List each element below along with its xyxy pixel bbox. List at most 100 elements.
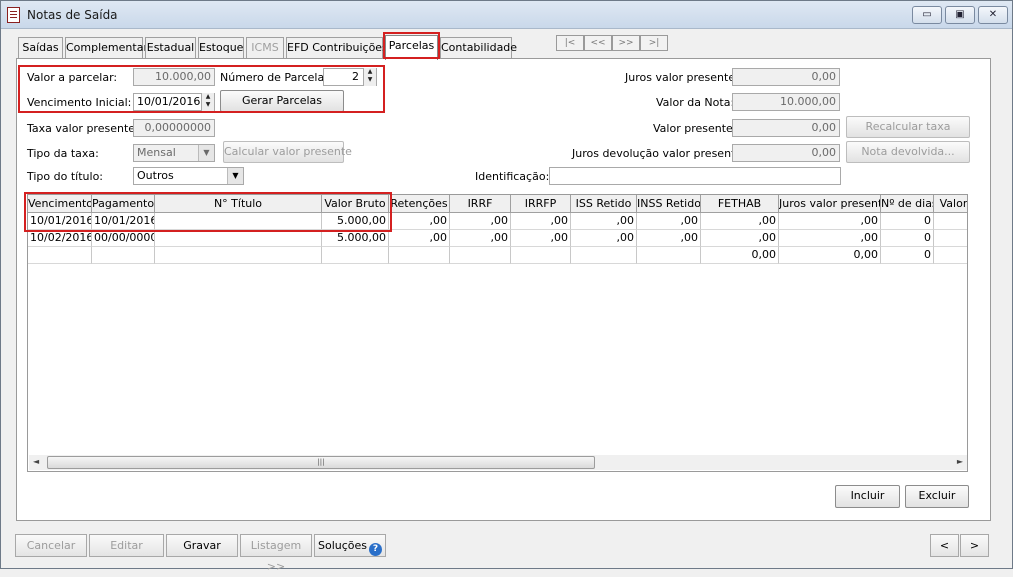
cell-num-dias[interactable]: 0 (881, 213, 934, 230)
valor-nota-label: Valor da Nota: (656, 96, 735, 109)
tab-saidas[interactable]: Saídas (18, 37, 63, 59)
cell-num-dias[interactable]: 0 (881, 230, 934, 247)
juros-dev-field: 0,00 (732, 144, 840, 162)
cell-valor-bruto (322, 247, 389, 264)
cell-iss-retido[interactable]: ,00 (571, 213, 637, 230)
next-record-button[interactable]: >> (612, 35, 640, 51)
cell-juros-vp[interactable]: ,00 (779, 213, 881, 230)
grid-header: Vencimento Pagamento N° Título Valor Bru… (28, 195, 967, 213)
col-valor-bruto[interactable]: Valor Bruto (322, 195, 389, 213)
taxa-label: Taxa valor presente: (27, 122, 139, 135)
horizontal-scrollbar[interactable]: ◄ ||| ► (29, 455, 967, 470)
cell-valor[interactable] (934, 230, 967, 247)
cell-inss-retido (637, 247, 701, 264)
cell-fethab[interactable]: ,00 (701, 230, 779, 247)
cancelar-button: Cancelar (15, 534, 87, 557)
parcelas-grid[interactable]: Vencimento Pagamento N° Título Valor Bru… (27, 194, 968, 472)
tipo-titulo-value: Outros (137, 169, 174, 182)
tab-complementar[interactable]: Complementar (65, 37, 148, 59)
cell-pagamento (92, 247, 155, 264)
col-irrf[interactable]: IRRF (450, 195, 511, 213)
tipo-titulo-label: Tipo do título: (27, 170, 104, 183)
cell-numero-titulo[interactable] (155, 213, 322, 230)
gerar-parcelas-button[interactable]: Gerar Parcelas (220, 90, 344, 112)
incluir-button[interactable]: Incluir (835, 485, 900, 508)
tab-parcelas[interactable]: Parcelas (385, 35, 438, 60)
gravar-button[interactable]: Gravar (166, 534, 238, 557)
next-page-button[interactable]: > (960, 534, 989, 557)
col-fethab[interactable]: FETHAB (701, 195, 779, 213)
solucoes-button[interactable]: Soluções? (314, 534, 386, 557)
cell-iss-retido[interactable]: ,00 (571, 230, 637, 247)
minimize-button[interactable]: ▭ (912, 6, 942, 24)
cell-vencimento[interactable]: 10/02/2016 (28, 230, 92, 247)
col-irrfp[interactable]: IRRFP (511, 195, 571, 213)
cell-irrf[interactable]: ,00 (450, 230, 511, 247)
close-button[interactable]: ✕ (978, 6, 1008, 24)
solucoes-label: Soluções (317, 539, 368, 552)
vencimento-spinner[interactable]: ▲ ▼ (201, 93, 214, 111)
recalcular-taxa-button: Recalcular taxa (846, 116, 970, 138)
cell-fethab-total: 0,00 (701, 247, 779, 264)
cell-retencoes (389, 247, 450, 264)
col-iss-retido[interactable]: ISS Retido (571, 195, 637, 213)
main-window: Notas de Saída ▭ ▣ ✕ Saídas Complementar… (0, 0, 1013, 573)
cell-irrf[interactable]: ,00 (450, 213, 511, 230)
cell-numero-titulo[interactable] (155, 230, 322, 247)
num-parcelas-label: Número de Parcelas: (220, 71, 334, 84)
tab-estadual[interactable]: Estadual (145, 37, 196, 59)
prev-page-button[interactable]: < (930, 534, 959, 557)
col-num-dias[interactable]: Nº de dias (881, 195, 934, 213)
tipo-taxa-value: Mensal (137, 146, 176, 159)
col-juros-vp[interactable]: Juros valor presente (779, 195, 881, 213)
scroll-right-icon[interactable]: ► (957, 457, 963, 466)
cell-juros-vp-total: 0,00 (779, 247, 881, 264)
editar-button: Editar (89, 534, 164, 557)
cell-irrfp[interactable]: ,00 (511, 230, 571, 247)
num-parcelas-spinner[interactable]: ▲ ▼ (363, 68, 376, 86)
excluir-button[interactable]: Excluir (905, 485, 969, 508)
calcular-valor-presente-button: Calcular valor presente (223, 141, 352, 163)
first-record-button[interactable]: |< (556, 35, 584, 51)
title-bar: Notas de Saída ▭ ▣ ✕ (1, 1, 1012, 29)
juros-vp-label: Juros valor presente: (625, 71, 739, 84)
last-record-button[interactable]: >| (640, 35, 668, 51)
cell-valor[interactable] (934, 213, 967, 230)
cell-retencoes[interactable]: ,00 (389, 230, 450, 247)
cell-irrfp[interactable]: ,00 (511, 213, 571, 230)
prev-record-button[interactable]: << (584, 35, 612, 51)
chevron-down-icon: ▼ (227, 168, 243, 184)
tab-contabilidade[interactable]: Contabilidade (440, 37, 517, 59)
tipo-titulo-select[interactable]: Outros ▼ (133, 167, 244, 185)
cell-iss-retido (571, 247, 637, 264)
cell-inss-retido[interactable]: ,00 (637, 230, 701, 247)
window-title: Notas de Saída (27, 8, 118, 22)
valor-presente-label: Valor presente: (653, 122, 737, 135)
cell-valor-bruto[interactable]: 5.000,00 (322, 213, 389, 230)
cell-juros-vp[interactable]: ,00 (779, 230, 881, 247)
cell-vencimento[interactable]: 10/01/2016 (28, 213, 92, 230)
cell-irrf (450, 247, 511, 264)
cell-pagamento[interactable]: 00/00/0000 (92, 230, 155, 247)
col-numero-titulo[interactable]: N° Título (155, 195, 322, 213)
scroll-left-icon[interactable]: ◄ (33, 457, 39, 466)
col-inss-retido[interactable]: INSS Retido (637, 195, 701, 213)
cell-inss-retido[interactable]: ,00 (637, 213, 701, 230)
cell-irrfp (511, 247, 571, 264)
col-vencimento[interactable]: Vencimento (28, 195, 92, 213)
tab-estoque[interactable]: Estoque (198, 37, 244, 59)
tab-efd-contribuicoes[interactable]: EFD Contribuições (286, 37, 388, 59)
identificacao-field[interactable] (549, 167, 841, 185)
col-valor[interactable]: Valor (934, 195, 967, 213)
scrollbar-thumb[interactable]: ||| (47, 456, 595, 469)
cell-fethab[interactable]: ,00 (701, 213, 779, 230)
col-pagamento[interactable]: Pagamento (92, 195, 155, 213)
col-retencoes[interactable]: Retenções (389, 195, 450, 213)
maximize-button[interactable]: ▣ (945, 6, 975, 24)
cell-vencimento (28, 247, 92, 264)
cell-retencoes[interactable]: ,00 (389, 213, 450, 230)
cell-pagamento[interactable]: 10/01/2016 (92, 213, 155, 230)
identificacao-label: Identificação: (475, 170, 550, 183)
cell-valor-bruto[interactable]: 5.000,00 (322, 230, 389, 247)
cell-valor-total (934, 247, 967, 264)
